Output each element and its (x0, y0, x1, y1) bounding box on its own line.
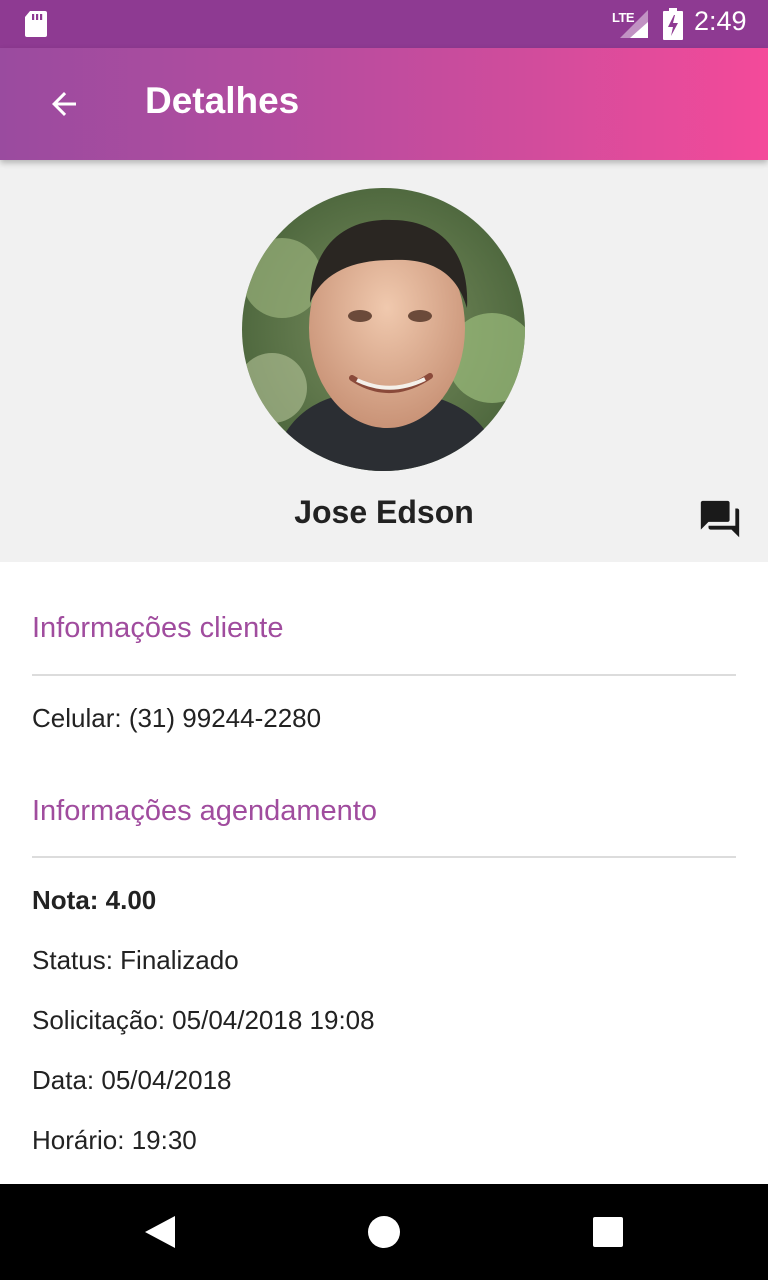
battery-charging-icon (663, 8, 683, 40)
system-nav-bar (0, 1184, 768, 1280)
schedule-time: Horário: 19:30 (32, 1125, 197, 1155)
divider (32, 856, 736, 858)
nav-home-button[interactable] (352, 1200, 416, 1264)
clock: 2:49 (694, 6, 747, 36)
status-bar: LTE 2:49 (0, 0, 768, 48)
arrow-back-icon (52, 92, 76, 116)
chat-button[interactable] (694, 494, 746, 546)
signal-icon (620, 10, 648, 38)
nav-back-icon (145, 1216, 175, 1248)
section-title-schedule: Informações agendamento (32, 795, 377, 827)
schedule-date: Data: 05/04/2018 (32, 1065, 232, 1095)
schedule-request: Solicitação: 05/04/2018 19:08 (32, 1005, 375, 1035)
schedule-rating: Nota: 4.00 (32, 885, 157, 915)
chat-bubbles-icon (700, 500, 740, 538)
divider (32, 674, 736, 676)
nav-recents-button[interactable] (576, 1200, 640, 1264)
nav-home-icon (368, 1216, 400, 1248)
schedule-status: Status: Finalizado (32, 945, 239, 975)
page-title: Detalhes (145, 80, 300, 121)
client-name: Jose Edson (294, 494, 474, 530)
sd-card-icon (25, 11, 47, 37)
nav-recents-icon (593, 1217, 623, 1247)
back-button[interactable] (28, 68, 100, 140)
client-phone: Celular: (31) 99244-2280 (32, 703, 322, 733)
avatar-photo (242, 188, 525, 471)
nav-back-button[interactable] (128, 1200, 192, 1264)
app-bar: Detalhes (0, 48, 768, 160)
avatar (242, 188, 525, 471)
profile-header: Jose Edson (0, 160, 768, 562)
section-title-client: Informações cliente (32, 612, 284, 644)
